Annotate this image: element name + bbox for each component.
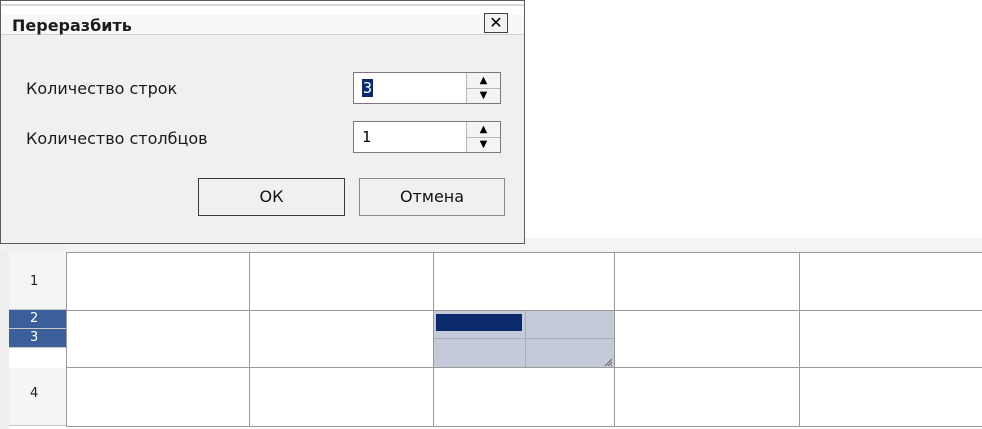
spin-up-icon[interactable]: ▲ <box>467 122 500 138</box>
rows-count-value[interactable]: 3 <box>362 79 374 97</box>
grid-line <box>66 426 982 427</box>
rows-count-label: Количество строк <box>26 79 178 98</box>
row-label: 2 <box>30 311 39 326</box>
row-header-3[interactable]: 3 <box>9 329 66 348</box>
spin-down-icon[interactable]: ▼ <box>467 137 500 152</box>
dialog-title: Переразбить <box>12 16 132 35</box>
cols-count-stepper[interactable]: 1 ▲ ▼ <box>353 121 501 153</box>
grid-line <box>66 310 982 311</box>
rows-stepper-buttons: ▲ ▼ <box>466 73 500 103</box>
cols-count-label: Количество столбцов <box>26 129 208 148</box>
grid-line <box>433 252 434 427</box>
titlebar-line <box>1 4 524 6</box>
row-label: 3 <box>30 330 39 345</box>
resize-grip-icon[interactable] <box>604 358 612 366</box>
dialog-titlebar[interactable]: Переразбить ✕ <box>1 1 524 35</box>
grid-line <box>799 252 800 427</box>
split-line-horizontal <box>433 338 614 339</box>
row-label: 1 <box>30 274 39 289</box>
grid-line <box>614 252 615 427</box>
row-header-gutter <box>0 252 9 429</box>
row-header-1[interactable]: 1 <box>9 252 66 310</box>
split-cells-dialog: Переразбить ✕ Количество строк 3 ▲ ▼ Кол… <box>0 0 525 244</box>
close-icon[interactable]: ✕ <box>484 13 508 33</box>
grid-line <box>66 252 67 427</box>
ok-button[interactable]: ОК <box>198 178 345 216</box>
cols-stepper-buttons: ▲ ▼ <box>466 122 500 152</box>
spreadsheet-grid: 1 2 3 4 <box>0 238 982 429</box>
row-header-2[interactable]: 2 <box>9 310 66 329</box>
split-line-vertical <box>525 310 526 367</box>
row-label: 4 <box>30 386 39 401</box>
cols-count-value[interactable]: 1 <box>362 128 371 146</box>
grid-line <box>66 252 982 253</box>
cancel-button[interactable]: Отмена <box>359 178 505 216</box>
row-header-4[interactable]: 4 <box>9 368 66 426</box>
active-cell[interactable] <box>436 314 522 331</box>
spin-up-icon[interactable]: ▲ <box>467 73 500 89</box>
grid-line <box>66 367 982 368</box>
spin-down-icon[interactable]: ▼ <box>467 88 500 103</box>
grid-line <box>249 252 250 427</box>
rows-count-stepper[interactable]: 3 ▲ ▼ <box>353 72 501 104</box>
